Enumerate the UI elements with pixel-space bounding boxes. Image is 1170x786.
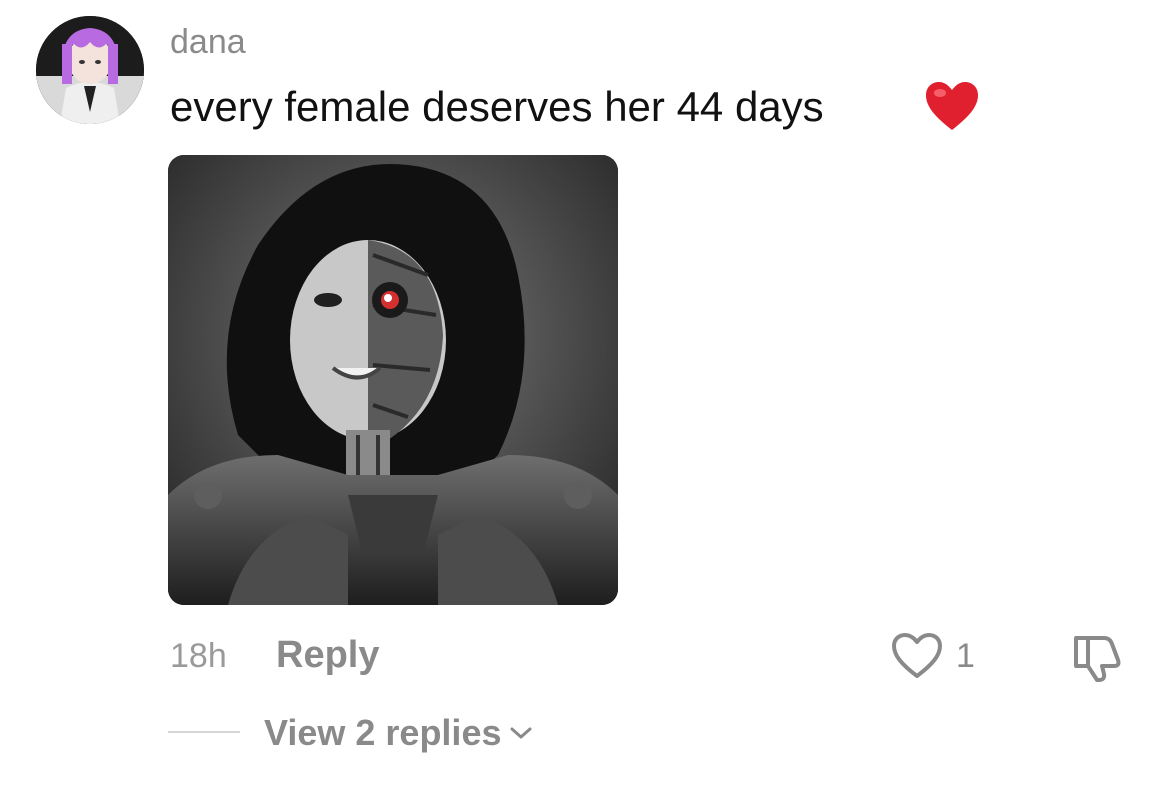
thumbs-down-icon[interactable] — [1070, 630, 1126, 682]
comment-text: every female deserves her 44 days — [170, 83, 824, 130]
timestamp: 18h — [170, 637, 227, 675]
chevron-down-icon — [510, 727, 532, 739]
cyborg-portrait-image — [168, 155, 618, 605]
heart-emoji — [926, 82, 978, 130]
view-replies-button[interactable]: View 2 replies — [264, 710, 533, 756]
avatar[interactable] — [36, 16, 144, 124]
like-button[interactable]: 1 — [890, 630, 975, 682]
view-replies-label: View 2 replies — [264, 712, 502, 753]
reply-button[interactable]: Reply — [276, 633, 379, 677]
heart-outline-icon[interactable] — [890, 632, 944, 680]
comment-image[interactable] — [168, 155, 618, 605]
replies-divider — [168, 731, 240, 733]
username[interactable]: dana — [170, 22, 246, 62]
avatar-image — [36, 16, 144, 124]
like-count: 1 — [956, 636, 975, 675]
